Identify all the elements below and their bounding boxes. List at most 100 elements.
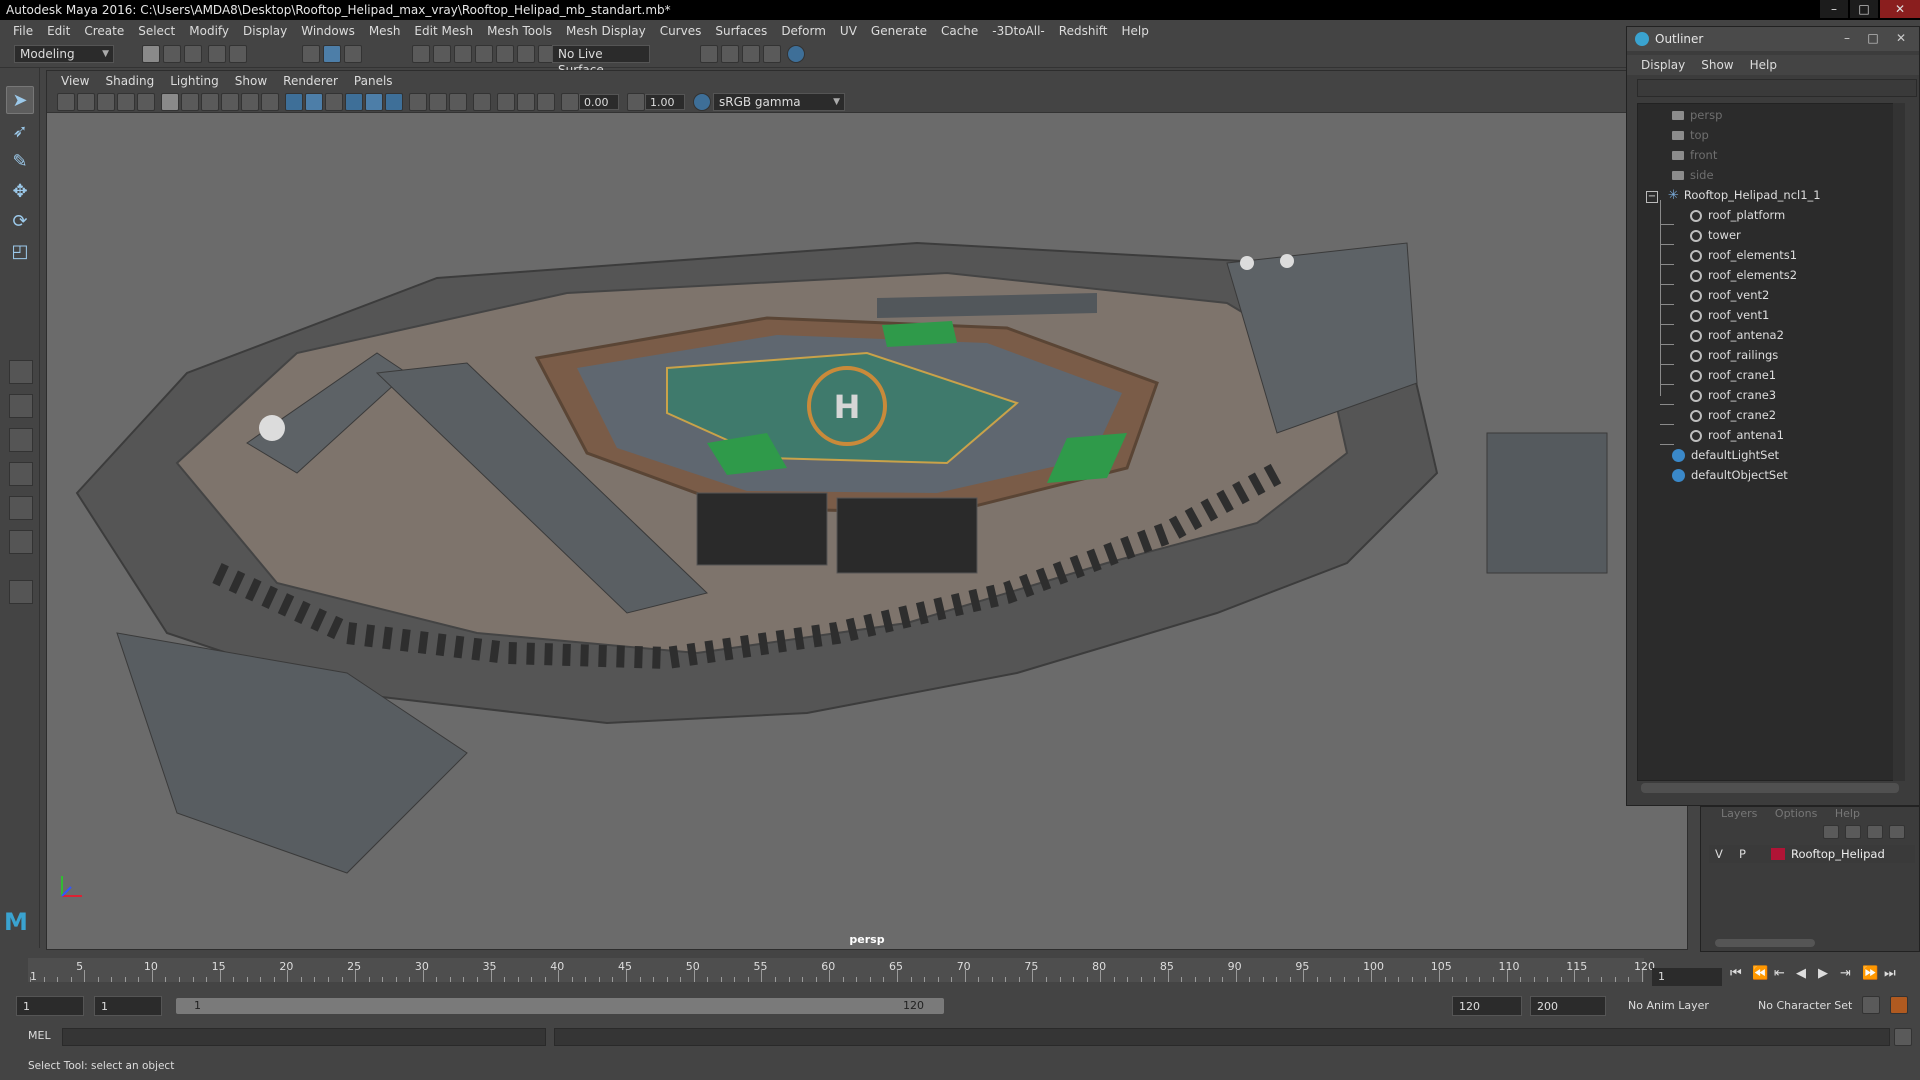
outliner-item-front[interactable]: front: [1672, 146, 1717, 164]
scene-render[interactable]: H: [47, 113, 1688, 950]
close-button[interactable]: ✕: [1880, 0, 1920, 18]
animation-preferences-icon[interactable]: [1890, 996, 1908, 1014]
script-editor-icon[interactable]: [1894, 1028, 1912, 1046]
paint-select-tool-icon[interactable]: ✎: [6, 148, 34, 176]
outliner-menu-display[interactable]: Display: [1633, 58, 1693, 72]
smooth-shading-icon[interactable]: [305, 93, 323, 111]
collapse-icon[interactable]: −: [1646, 191, 1658, 203]
layer-horizontal-scrollbar[interactable]: [1715, 939, 1815, 947]
lasso-tool-icon[interactable]: ➶: [6, 118, 34, 146]
viewport-panel[interactable]: View Shading Lighting Show Renderer Pane…: [46, 70, 1688, 950]
snap-view-plane-icon[interactable]: [475, 45, 493, 63]
color-management-icon[interactable]: [693, 93, 711, 111]
outliner-item-roof-antena2[interactable]: roof_antena2: [1660, 326, 1784, 345]
move-tool-icon[interactable]: ✥: [6, 178, 34, 206]
layer-visibility-toggle[interactable]: V: [1715, 845, 1723, 863]
outliner-item-roof-elements2[interactable]: roof_elements2: [1660, 266, 1797, 285]
viewport-menu-shading[interactable]: Shading: [97, 74, 162, 88]
playback-range-bar[interactable]: 1 120: [176, 998, 944, 1014]
open-scene-icon[interactable]: [163, 45, 181, 63]
outliner-persp-layout-icon[interactable]: [9, 428, 33, 452]
outliner-item-roof-platform[interactable]: roof_platform: [1660, 206, 1785, 225]
film-gate-icon[interactable]: [181, 93, 199, 111]
menu-curves[interactable]: Curves: [653, 24, 709, 38]
anti-aliasing-icon[interactable]: [449, 93, 467, 111]
outliner-menu-help[interactable]: Help: [1742, 58, 1785, 72]
character-set-dropdown[interactable]: No Character Set: [1752, 996, 1862, 1016]
layer-row[interactable]: V P Rooftop_Helipad: [1709, 845, 1915, 863]
graph-layout-icon[interactable]: [9, 462, 33, 486]
viewport-menu-view[interactable]: View: [53, 74, 97, 88]
outliner-item-top[interactable]: top: [1672, 126, 1709, 144]
render-view-icon[interactable]: [700, 45, 718, 63]
layer-playback-toggle[interactable]: P: [1739, 845, 1746, 863]
menu-generate[interactable]: Generate: [864, 24, 934, 38]
textured-icon[interactable]: [345, 93, 363, 111]
resolution-gate-icon[interactable]: [201, 93, 219, 111]
safe-action-icon[interactable]: [261, 93, 279, 111]
layer-menu-options[interactable]: Options: [1775, 807, 1817, 820]
viewport-menu-renderer[interactable]: Renderer: [275, 74, 346, 88]
select-tool-icon[interactable]: ➤: [6, 86, 34, 114]
new-scene-icon[interactable]: [142, 45, 160, 63]
menu-surfaces[interactable]: Surfaces: [708, 24, 774, 38]
use-all-lights-icon[interactable]: [365, 93, 383, 111]
menu-file[interactable]: File: [6, 24, 40, 38]
layer-menu-layers[interactable]: Layers: [1721, 807, 1757, 820]
isolate-select-icon[interactable]: [473, 93, 491, 111]
outliner-tree[interactable]: persp top front side − ✳ Rooftop_Helipad_n…: [1637, 103, 1903, 781]
outliner-item-roof-crane3[interactable]: roof_crane3: [1660, 386, 1776, 405]
current-frame-field[interactable]: 1: [1652, 968, 1722, 986]
outliner-search-field[interactable]: [1637, 79, 1917, 97]
outliner-item-default-light-set[interactable]: defaultLightSet: [1672, 446, 1779, 464]
menu-modify[interactable]: Modify: [182, 24, 236, 38]
wireframe-shading-icon[interactable]: [285, 93, 303, 111]
scene-end-field[interactable]: 200: [1530, 996, 1606, 1016]
snap-point-icon[interactable]: [454, 45, 472, 63]
menu-edit-mesh[interactable]: Edit Mesh: [407, 24, 480, 38]
play-backwards-icon[interactable]: ◀: [1796, 966, 1806, 981]
gamma-field[interactable]: 1.00: [645, 94, 685, 110]
menu-cache[interactable]: Cache: [934, 24, 985, 38]
snap-grid-icon[interactable]: [412, 45, 430, 63]
new-layer-icon[interactable]: [1867, 825, 1883, 839]
render-frame-icon[interactable]: [721, 45, 739, 63]
new-layer-selected-icon[interactable]: [1889, 825, 1905, 839]
menu-help[interactable]: Help: [1114, 24, 1155, 38]
image-plane-icon[interactable]: [117, 93, 135, 111]
select-object-icon[interactable]: [323, 45, 341, 63]
select-component-icon[interactable]: [344, 45, 362, 63]
outliner-item-default-object-set[interactable]: defaultObjectSet: [1672, 466, 1788, 484]
xray-components-icon[interactable]: [537, 93, 555, 111]
move-layer-down-icon[interactable]: [1845, 825, 1861, 839]
motion-blur-icon[interactable]: [429, 93, 447, 111]
menu-set-dropdown[interactable]: Modeling ▼: [14, 45, 114, 63]
redo-icon[interactable]: [229, 45, 247, 63]
menu-display[interactable]: Display: [236, 24, 294, 38]
outliner-menu-show[interactable]: Show: [1693, 58, 1741, 72]
outliner-maximize-button[interactable]: □: [1863, 30, 1883, 47]
grid-toggle-icon[interactable]: [161, 93, 179, 111]
grease-pencil-icon[interactable]: [137, 93, 155, 111]
step-back-key-icon[interactable]: ⇤: [1774, 966, 1785, 981]
menu-mesh-tools[interactable]: Mesh Tools: [480, 24, 559, 38]
viewport-menu-lighting[interactable]: Lighting: [162, 74, 227, 88]
ipr-render-icon[interactable]: [742, 45, 760, 63]
minimize-button[interactable]: –: [1820, 0, 1848, 18]
outliner-item-tower[interactable]: tower: [1660, 226, 1741, 245]
more-layouts-icon[interactable]: [9, 580, 33, 604]
custom-layout-icon[interactable]: [9, 530, 33, 554]
menu-create[interactable]: Create: [77, 24, 131, 38]
snap-curve-icon[interactable]: [433, 45, 451, 63]
outliner-close-button[interactable]: ✕: [1891, 30, 1911, 47]
outliner-horizontal-scrollbar[interactable]: [1641, 783, 1899, 793]
snap-together-icon[interactable]: [517, 45, 535, 63]
shadows-icon[interactable]: [385, 93, 403, 111]
play-forwards-icon[interactable]: ▶: [1818, 966, 1828, 981]
step-forward-key-icon[interactable]: ⇥: [1840, 966, 1851, 981]
camera-select-icon[interactable]: [57, 93, 75, 111]
menu-redshift[interactable]: Redshift: [1052, 24, 1115, 38]
viewport-menu-panels[interactable]: Panels: [346, 74, 401, 88]
hypershade-layout-icon[interactable]: [9, 496, 33, 520]
ambient-occlusion-icon[interactable]: [409, 93, 427, 111]
